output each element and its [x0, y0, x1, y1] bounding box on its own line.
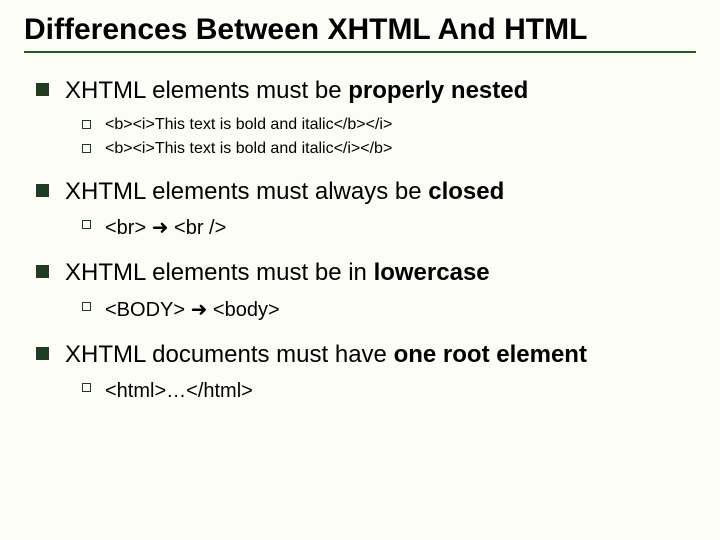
bullet-item: XHTML elements must be properly nested <b…	[36, 75, 696, 160]
slide-title: Differences Between XHTML And HTML	[24, 12, 696, 47]
sub-bullet-text: <BODY> ➜ <body>	[105, 297, 696, 323]
hollow-square-bullet-icon	[82, 302, 91, 311]
bullet-text: XHTML elements must be properly nested	[65, 75, 696, 106]
square-bullet-icon	[36, 83, 49, 96]
sub-bullet-list: <html>…</html>	[36, 378, 696, 404]
hollow-square-bullet-icon	[82, 383, 91, 392]
sub-bullet-text: <html>…</html>	[105, 378, 696, 404]
bullet-item: XHTML documents must have one root eleme…	[36, 339, 696, 404]
sub-bullet-item: <b><i>This text is bold and italic</i></…	[82, 139, 696, 160]
title-underline	[24, 51, 696, 53]
sub-bullet-list: <b><i>This text is bold and italic</b></…	[36, 115, 696, 161]
sub-bullet-list: <br> ➜ <br />	[36, 215, 696, 241]
sub-bullet-item: <html>…</html>	[82, 378, 696, 404]
bullet-text: XHTML documents must have one root eleme…	[65, 339, 696, 370]
sub-bullet-text: <br> ➜ <br />	[105, 215, 696, 241]
sub-bullet-list: <BODY> ➜ <body>	[36, 297, 696, 323]
square-bullet-icon	[36, 347, 49, 360]
sub-bullet-item: <BODY> ➜ <body>	[82, 297, 696, 323]
sub-bullet-text: <b><i>This text is bold and italic</i></…	[105, 139, 696, 160]
bullet-text: XHTML elements must be in lowercase	[65, 257, 696, 288]
bullet-item: XHTML elements must always be closed <br>…	[36, 176, 696, 241]
hollow-square-bullet-icon	[82, 120, 91, 129]
hollow-square-bullet-icon	[82, 144, 91, 153]
square-bullet-icon	[36, 184, 49, 197]
sub-bullet-item: <br> ➜ <br />	[82, 215, 696, 241]
bullet-item: XHTML elements must be in lowercase <BODY…	[36, 257, 696, 322]
bullet-list: XHTML elements must be properly nested <b…	[24, 75, 696, 403]
square-bullet-icon	[36, 265, 49, 278]
sub-bullet-text: <b><i>This text is bold and italic</b></…	[105, 115, 696, 136]
bullet-text: XHTML elements must always be closed	[65, 176, 696, 207]
hollow-square-bullet-icon	[82, 220, 91, 229]
sub-bullet-item: <b><i>This text is bold and italic</b></…	[82, 115, 696, 136]
